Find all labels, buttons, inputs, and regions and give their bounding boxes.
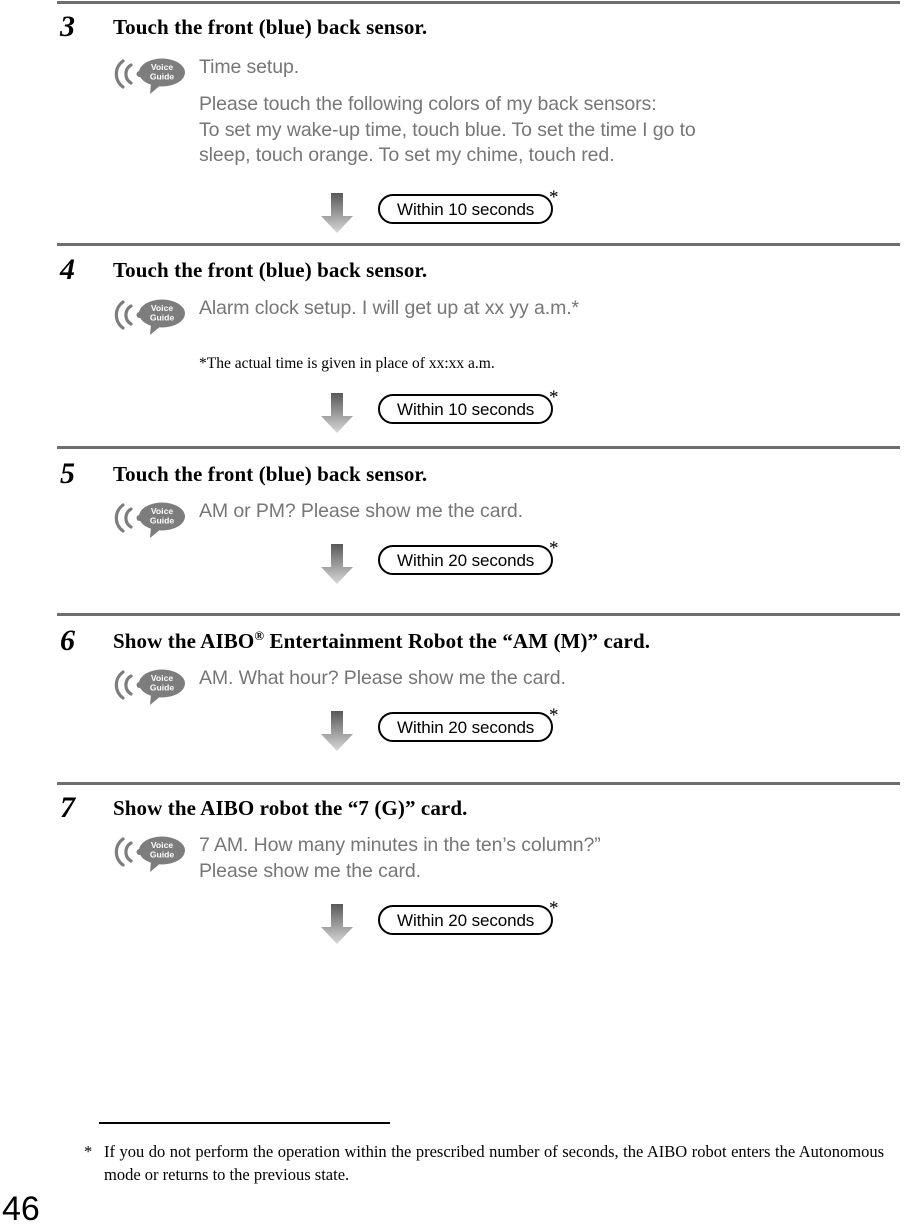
voice-guide-text: Alarm clock setup. I will get up at xx y…: [199, 297, 580, 319]
footnote-divider: [99, 1122, 390, 1124]
timing-footnote-marker: *: [549, 387, 559, 408]
voice-guide-text: AM or PM? Please show me the card.: [199, 500, 523, 522]
voice-guide-text-secondary: Please touch the following colors of my …: [199, 93, 696, 166]
footnote: * If you do not perform the operation wi…: [84, 1140, 884, 1186]
timing-pill: Within 20 seconds: [378, 545, 554, 575]
step-number: 4: [60, 253, 75, 286]
down-arrow-icon: [320, 544, 354, 584]
manual-page: 3 Touch the front (blue) back sensor. Vo…: [0, 0, 909, 1232]
step-title-text: Touch the front (blue) back sensor.: [113, 462, 428, 486]
timing-footnote-marker: *: [549, 538, 559, 559]
timing-pill: Within 10 seconds: [378, 394, 554, 424]
svg-text:Guide: Guide: [150, 313, 175, 323]
footnote-marker: *: [84, 1142, 93, 1161]
step-title: Touch the front (blue) back sensor.: [113, 14, 427, 40]
voice-guide-icon: Voice Guide: [110, 54, 188, 94]
step-number: 3: [60, 10, 75, 43]
section-divider-step4: [57, 243, 900, 246]
section-divider-step5: [57, 446, 900, 449]
down-arrow-icon: [320, 711, 354, 751]
step-title-text-suffix: Entertainment Robot the “AM (M)” card.: [264, 629, 651, 653]
step-title: Touch the front (blue) back sensor.: [113, 461, 427, 487]
svg-text:Guide: Guide: [150, 683, 175, 693]
voice-guide-text: AM. What hour? Please show me the card.: [199, 667, 566, 689]
down-arrow-icon: [320, 393, 354, 433]
svg-text:Voice: Voice: [151, 506, 174, 516]
section-divider-step6: [57, 613, 900, 616]
timing-pill: Within 20 seconds: [378, 712, 554, 742]
voice-guide-icon: Voice Guide: [110, 295, 188, 335]
svg-text:Voice: Voice: [151, 673, 174, 683]
step-title-text: Touch the front (blue) back sensor.: [113, 15, 428, 39]
svg-text:Guide: Guide: [150, 850, 175, 860]
section-divider-top: [57, 1, 900, 4]
timing-pill: Within 20 seconds: [378, 905, 554, 935]
step-number: 6: [60, 624, 75, 657]
section-divider-step7: [57, 782, 900, 785]
step-note: *The actual time is given in place of xx…: [199, 355, 495, 372]
timing-pill: Within 10 seconds: [378, 194, 554, 224]
timing-footnote-marker: *: [549, 705, 559, 726]
voice-guide-icon: Voice Guide: [110, 498, 188, 538]
down-arrow-icon: [320, 193, 354, 233]
svg-text:Voice: Voice: [151, 840, 174, 850]
page-number: 46: [2, 1190, 40, 1228]
step-title-text: Show the AIBO robot the “7 (G)” card.: [113, 796, 468, 820]
step-title: Show the AIBO robot the “7 (G)” card.: [113, 795, 468, 821]
timing-footnote-marker: *: [549, 898, 559, 919]
registered-trademark-symbol: ®: [254, 628, 265, 643]
svg-text:Guide: Guide: [150, 516, 175, 526]
voice-guide-text: Time setup.: [199, 56, 300, 78]
footnote-text: If you do not perform the operation with…: [104, 1142, 884, 1184]
step-title-text: Show the AIBO: [113, 629, 255, 653]
svg-text:Guide: Guide: [150, 72, 175, 82]
svg-text:Voice: Voice: [151, 62, 174, 72]
voice-guide-icon: Voice Guide: [110, 832, 188, 872]
timing-footnote-marker: *: [549, 187, 559, 208]
step-number: 7: [60, 791, 75, 824]
voice-guide-text: 7 AM. How many minutes in the ten’s colu…: [199, 834, 601, 882]
voice-guide-icon: Voice Guide: [110, 665, 188, 705]
down-arrow-icon: [320, 904, 354, 944]
svg-text:Voice: Voice: [151, 303, 174, 313]
step-title: Touch the front (blue) back sensor.: [113, 257, 427, 283]
step-number: 5: [60, 457, 75, 490]
step-title-text: Touch the front (blue) back sensor.: [113, 258, 428, 282]
step-title: Show the AIBO® Entertainment Robot the “…: [113, 628, 650, 654]
